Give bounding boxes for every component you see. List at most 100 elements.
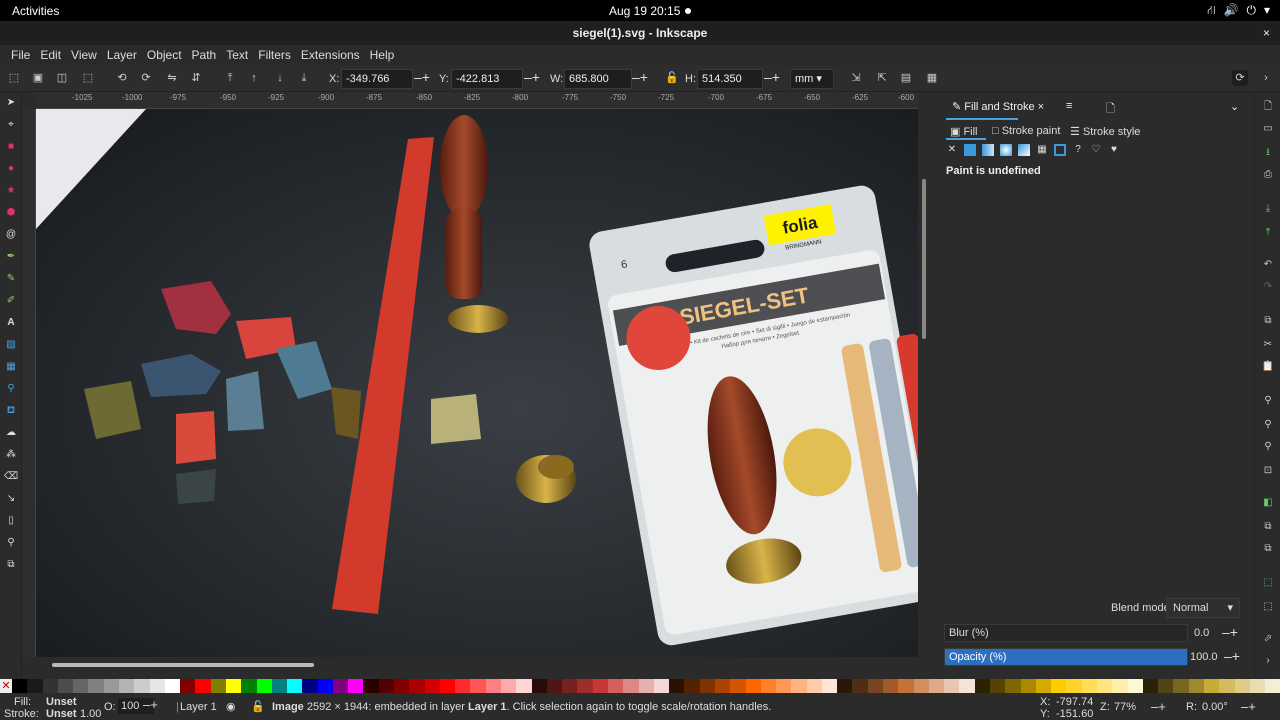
- gradient-tool-icon[interactable]: ▧: [4, 338, 18, 352]
- palette-swatch[interactable]: [1265, 679, 1280, 693]
- menu-layer[interactable]: Layer: [102, 45, 142, 65]
- palette-swatch[interactable]: [699, 679, 715, 693]
- document-icon[interactable]: 🗋: [1106, 100, 1115, 119]
- swatch-icon[interactable]: [1054, 144, 1066, 156]
- palette-swatch[interactable]: [1219, 679, 1235, 693]
- stroke-width[interactable]: 1.00: [80, 708, 101, 720]
- menu-filters[interactable]: Filters: [253, 45, 296, 65]
- palette-swatch[interactable]: [439, 679, 456, 693]
- xml-editor-icon[interactable]: ⬀: [1261, 632, 1275, 646]
- open-icon[interactable]: ▭: [1261, 122, 1275, 136]
- undo-icon[interactable]: ↶: [1261, 258, 1275, 272]
- palette-swatch[interactable]: [546, 679, 563, 693]
- paste-icon[interactable]: 📋: [1261, 360, 1275, 374]
- zoom-field[interactable]: 77%: [1114, 701, 1136, 713]
- palette-swatch[interactable]: [317, 679, 333, 693]
- menu-extensions[interactable]: Extensions: [296, 45, 365, 65]
- eraser-tool-icon[interactable]: ⌫: [4, 470, 18, 484]
- zoom-selection-icon[interactable]: ⚲: [1261, 394, 1275, 408]
- raise-top-icon[interactable]: ⤒: [222, 70, 238, 86]
- palette-swatch[interactable]: [103, 679, 119, 693]
- palette-swatch[interactable]: [1173, 679, 1189, 693]
- palette-swatch[interactable]: [256, 679, 272, 693]
- transform-patterns-icon[interactable]: ▦: [924, 70, 940, 86]
- chevron-down-icon[interactable]: ▾: [1264, 3, 1270, 19]
- palette-swatch[interactable]: [378, 679, 395, 693]
- tab-fill-stroke[interactable]: ✎ Fill and Stroke ×: [952, 100, 1044, 113]
- save-icon[interactable]: ⭳: [1261, 146, 1275, 160]
- unset-icon[interactable]: ?: [1072, 144, 1084, 156]
- palette-swatch[interactable]: [180, 679, 196, 693]
- new-document-icon[interactable]: 🗋: [1261, 100, 1275, 114]
- lock-icon[interactable]: 🔓: [664, 70, 680, 86]
- palette-swatch[interactable]: [12, 679, 28, 693]
- paint-bucket-tool-icon[interactable]: ⛾: [4, 404, 18, 418]
- menu-help[interactable]: Help: [365, 45, 400, 65]
- embedded-photo[interactable]: SIEGEL-SET 6 folia BRINGMANN Seal set • …: [36, 109, 918, 657]
- menu-path[interactable]: Path: [187, 45, 222, 65]
- palette-swatch[interactable]: [1203, 679, 1220, 693]
- palette-swatch[interactable]: [684, 679, 700, 693]
- measure-tool-icon[interactable]: ⧉: [4, 558, 18, 572]
- linear-gradient-icon[interactable]: [982, 144, 994, 156]
- w-stepper[interactable]: –+: [632, 69, 648, 85]
- palette-swatch[interactable]: [1020, 679, 1036, 693]
- menu-edit[interactable]: Edit: [35, 45, 66, 65]
- close-window-button[interactable]: ×: [1263, 21, 1270, 45]
- palette-swatch[interactable]: [714, 679, 731, 693]
- palette-swatch[interactable]: [287, 679, 303, 693]
- menu-file[interactable]: File: [6, 45, 35, 65]
- palette-swatch[interactable]: [348, 679, 364, 693]
- vertical-ruler[interactable]: [22, 109, 36, 657]
- palette-swatch[interactable]: [974, 679, 990, 693]
- x-stepper[interactable]: –+: [414, 69, 430, 85]
- group-icon[interactable]: ⬚: [1261, 576, 1275, 590]
- palette-swatch[interactable]: [27, 679, 43, 693]
- x-field[interactable]: -349.766: [341, 69, 413, 89]
- ellipse-tool-icon[interactable]: ●: [4, 162, 18, 176]
- palette-swatch[interactable]: [623, 679, 639, 693]
- color-palette[interactable]: ✕: [0, 679, 1280, 693]
- lower-bottom-icon[interactable]: ⤓: [296, 70, 312, 86]
- import-icon[interactable]: ⤓: [1261, 202, 1275, 216]
- palette-swatch[interactable]: [1035, 679, 1052, 693]
- palette-swatch[interactable]: [928, 679, 945, 693]
- volume-icon[interactable]: 🔊: [1224, 3, 1239, 19]
- print-icon[interactable]: ⎙: [1261, 168, 1275, 182]
- blend-mode-select[interactable]: Normal ▾: [1166, 598, 1240, 618]
- select-all-icon[interactable]: ⬚: [6, 70, 22, 86]
- zoom-page-icon[interactable]: ⚲: [1261, 440, 1275, 454]
- w-field[interactable]: 685.800: [564, 69, 632, 89]
- star-tool-icon[interactable]: ★: [4, 184, 18, 198]
- fill-rule-nonzero-icon[interactable]: ♥: [1108, 144, 1120, 156]
- stroke-value[interactable]: Unset: [46, 708, 77, 720]
- rotation-stepper[interactable]: –+: [1241, 699, 1256, 714]
- zoom-stepper[interactable]: –+: [1151, 699, 1166, 714]
- raise-icon[interactable]: ↑: [246, 70, 262, 86]
- palette-swatch[interactable]: [225, 679, 242, 693]
- blur-value[interactable]: 0.0: [1194, 627, 1209, 639]
- tab-stroke-style[interactable]: ☰ Stroke style: [1070, 125, 1140, 138]
- palette-swatch[interactable]: [1234, 679, 1250, 693]
- palette-swatch[interactable]: [577, 679, 593, 693]
- palette-swatch[interactable]: [42, 679, 58, 693]
- copy-icon[interactable]: ⧉: [1261, 314, 1275, 328]
- palette-swatch[interactable]: [821, 679, 838, 693]
- blur-slider[interactable]: Blur (%): [944, 624, 1188, 642]
- opacity-status-stepper[interactable]: –+: [143, 697, 158, 712]
- palette-swatch[interactable]: [852, 679, 868, 693]
- cut-icon[interactable]: ✂: [1261, 338, 1275, 352]
- export-icon[interactable]: ⤒: [1261, 226, 1275, 240]
- palette-swatch[interactable]: [302, 679, 318, 693]
- pattern-icon[interactable]: ▦: [1036, 144, 1048, 156]
- select-all-layers-icon[interactable]: ▣: [30, 70, 46, 86]
- layer-lock-icon[interactable]: 🔓: [251, 700, 265, 713]
- network-icon[interactable]: ⛙: [1207, 3, 1215, 19]
- scale-stroke-icon[interactable]: ⇲: [848, 70, 864, 86]
- palette-swatch[interactable]: [959, 679, 975, 693]
- y-stepper[interactable]: –+: [524, 69, 540, 85]
- vertical-scrollbar[interactable]: [918, 109, 930, 657]
- ungroup-icon[interactable]: ⬚: [1261, 600, 1275, 614]
- no-paint-icon[interactable]: ✕: [946, 144, 958, 156]
- flip-vertical-icon[interactable]: ⇵: [188, 70, 204, 86]
